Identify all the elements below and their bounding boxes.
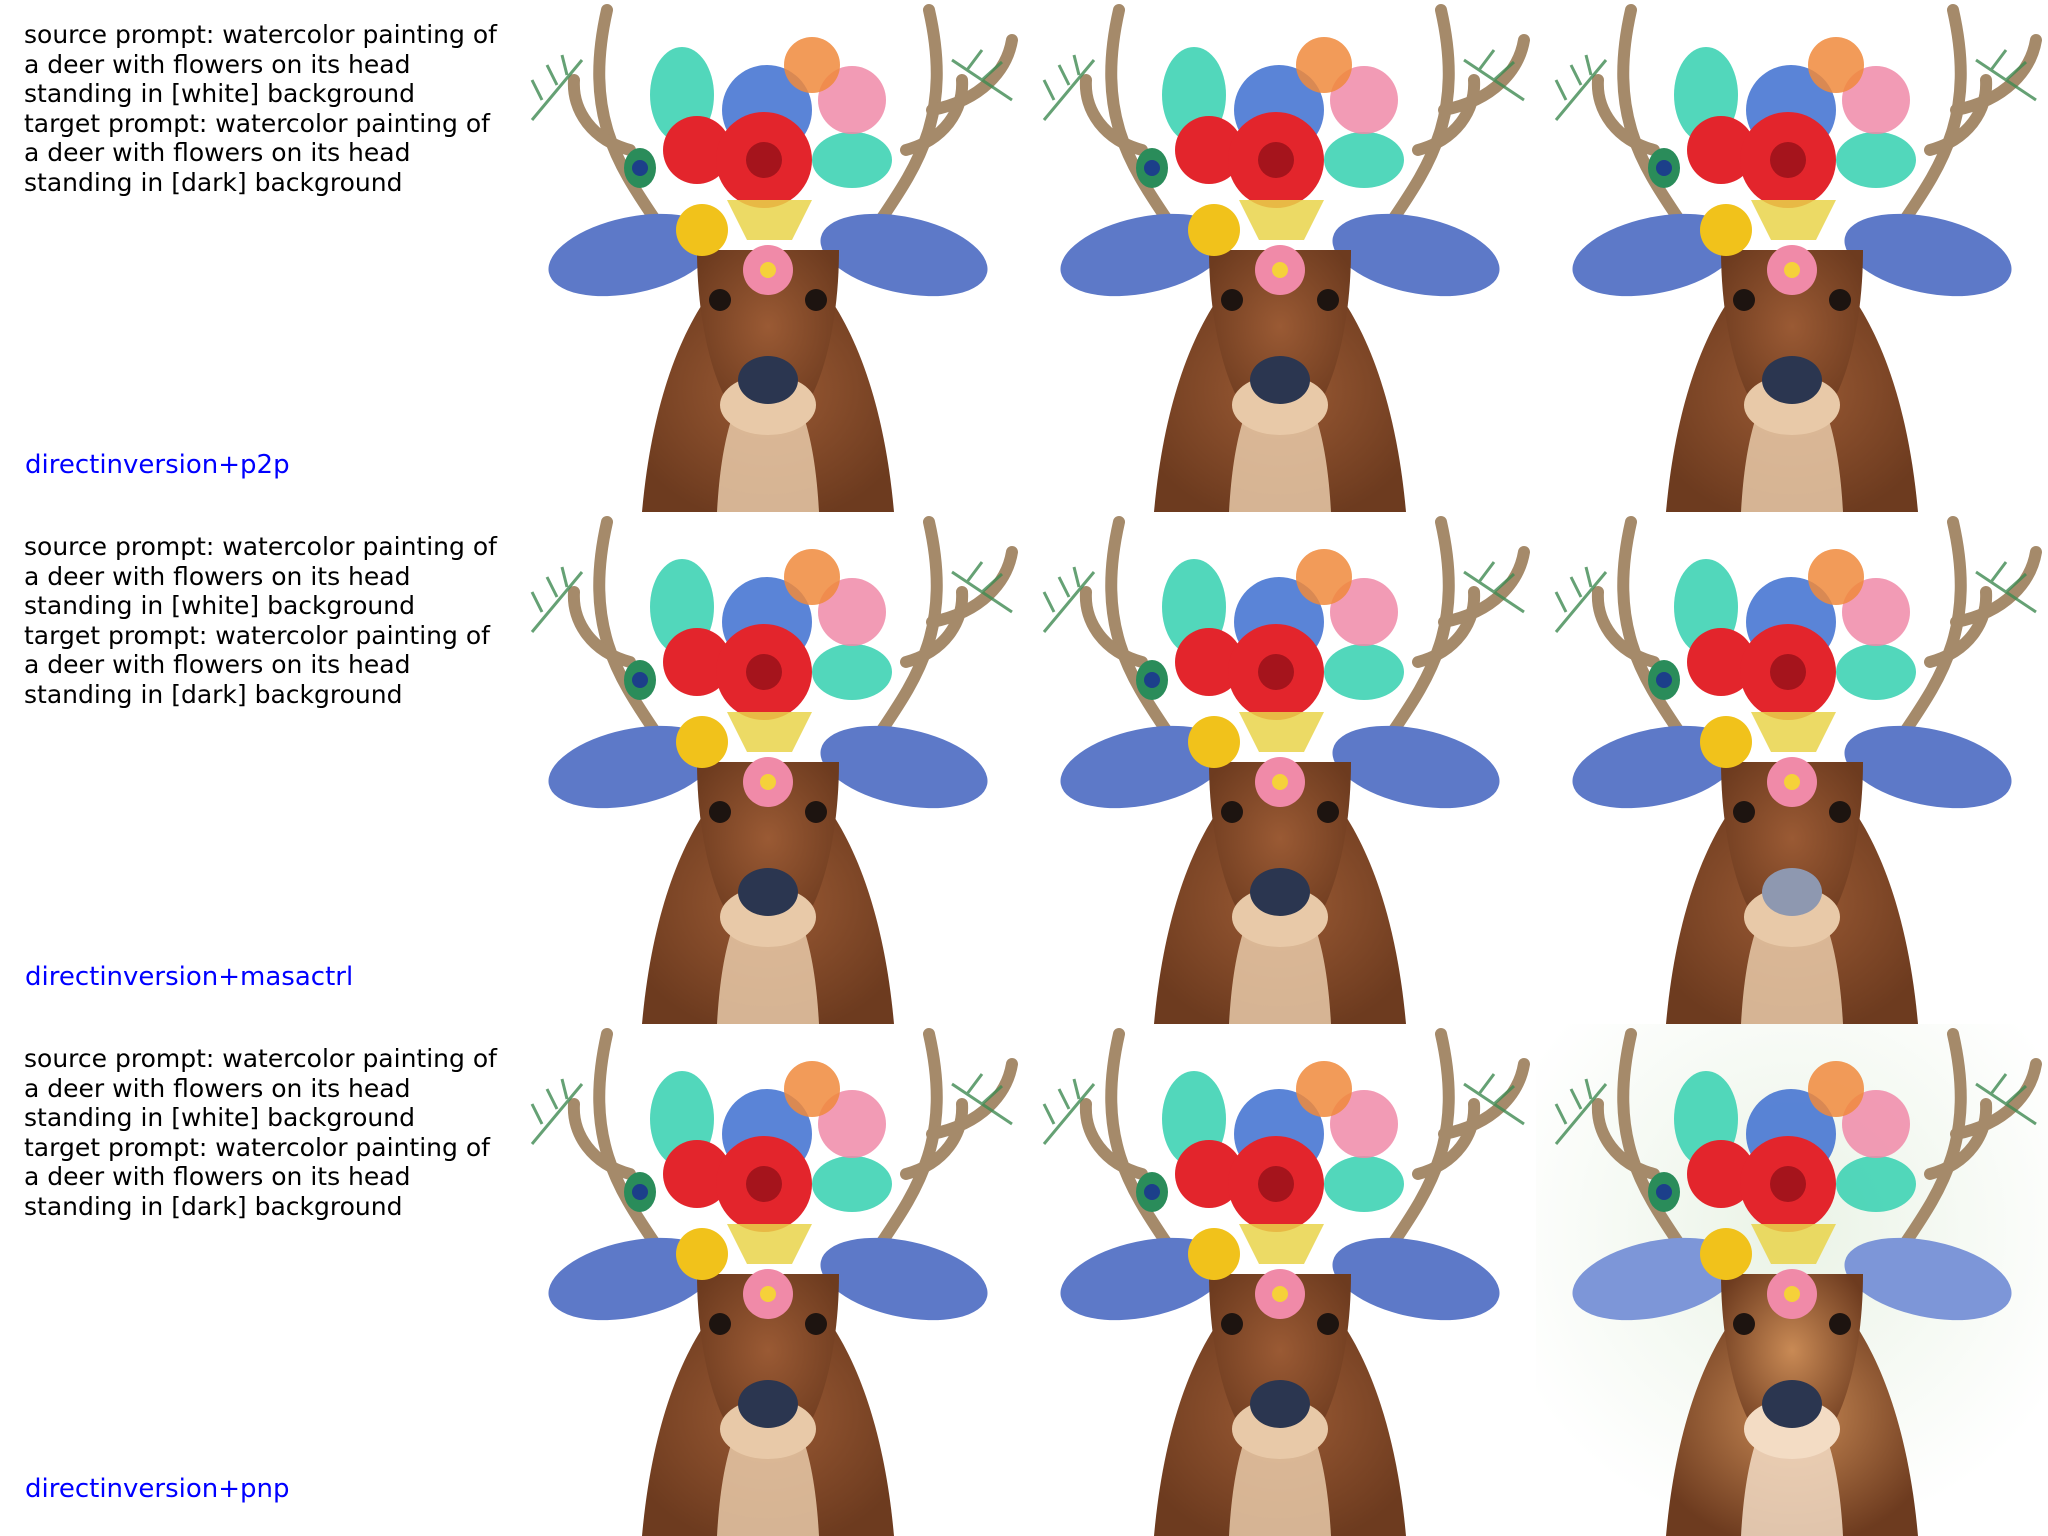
comparison-row-3: source prompt: watercolor painting of a … xyxy=(0,1024,2048,1536)
edited-image-1 xyxy=(1024,0,1536,512)
deer-illustration xyxy=(1024,0,1536,512)
prompt-text: source prompt: watercolor painting of a … xyxy=(24,1044,504,1221)
prompt-line: a deer with flowers on its head xyxy=(24,561,411,591)
deer-illustration xyxy=(1536,1024,2048,1536)
deer-illustration xyxy=(1536,0,2048,512)
deer-illustration xyxy=(1024,1024,1536,1536)
prompt-line: standing in [dark] background xyxy=(24,1191,403,1221)
prompt-line: a deer with flowers on its head xyxy=(24,49,411,79)
deer-illustration xyxy=(1536,512,2048,1024)
edited-image-1 xyxy=(1024,1024,1536,1536)
prompt-line: source prompt: watercolor painting of xyxy=(24,1044,497,1073)
edited-image-2 xyxy=(1536,512,2048,1024)
edited-image-1 xyxy=(1024,512,1536,1024)
method-label: directinversion+masactrl xyxy=(25,962,354,992)
prompt-line: target prompt: watercolor painting of xyxy=(24,108,490,138)
prompt-line: a deer with flowers on its head xyxy=(24,138,411,167)
prompt-text: source prompt: watercolor painting of a … xyxy=(24,20,504,197)
prompt-line: target prompt: watercolor painting of xyxy=(24,1132,490,1162)
deer-illustration xyxy=(512,512,1024,1024)
prompt-line: a deer with flowers on its head xyxy=(24,1073,411,1103)
prompt-line: source prompt: watercolor painting of xyxy=(24,20,497,49)
prompt-line: target prompt: watercolor painting of xyxy=(24,620,490,650)
prompt-line: standing in [dark] background xyxy=(24,167,403,197)
prompt-text: source prompt: watercolor painting of a … xyxy=(24,532,504,709)
deer-illustration xyxy=(1024,512,1536,1024)
comparison-row-2: source prompt: watercolor painting of a … xyxy=(0,512,2048,1024)
method-label: directinversion+p2p xyxy=(25,450,290,480)
prompt-line: a deer with flowers on its head xyxy=(24,650,411,679)
source-image xyxy=(512,0,1024,512)
prompt-line: standing in [dark] background xyxy=(24,679,403,709)
deer-illustration xyxy=(512,0,1024,512)
deer-illustration xyxy=(512,1024,1024,1536)
method-label: directinversion+pnp xyxy=(25,1474,290,1504)
prompt-line: source prompt: watercolor painting of xyxy=(24,532,497,561)
prompt-line: a deer with flowers on its head xyxy=(24,1162,411,1191)
edited-image-2 xyxy=(1536,1024,2048,1536)
comparison-row-1: source prompt: watercolor painting of a … xyxy=(0,0,2048,512)
edited-image-2 xyxy=(1536,0,2048,512)
source-image xyxy=(512,1024,1024,1536)
prompt-line: standing in [white] background xyxy=(24,591,415,620)
prompt-line: standing in [white] background xyxy=(24,1103,415,1132)
prompt-line: standing in [white] background xyxy=(24,79,415,108)
source-image xyxy=(512,512,1024,1024)
